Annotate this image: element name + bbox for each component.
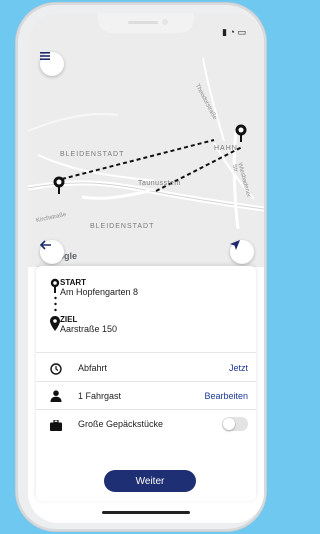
- hamburger-icon: [40, 52, 50, 60]
- continue-button[interactable]: Weiter: [104, 470, 196, 492]
- destination-title: ZIEL: [60, 315, 78, 324]
- menu-button[interactable]: [40, 52, 64, 76]
- start-stop[interactable]: START Am Hopfengarten 8: [60, 278, 138, 297]
- luggage-toggle[interactable]: [222, 417, 248, 431]
- destination-pin-icon: [50, 316, 60, 337]
- speaker: [128, 21, 158, 24]
- arrow-left-icon: [40, 240, 51, 250]
- departure-label: Abfahrt: [78, 363, 108, 373]
- navigation-arrow-icon: [230, 240, 240, 250]
- map-label-taunusstein: Taunusstein: [138, 180, 181, 187]
- passengers-label: 1 Fahrgast: [78, 391, 122, 401]
- status-bar-icons: ▮ ◔ ▭: [222, 27, 246, 37]
- start-title: START: [60, 278, 87, 287]
- device-notch: [98, 13, 194, 33]
- home-indicator[interactable]: [102, 511, 190, 514]
- map-label-bleidenstadt-bottom: BLEIDENSTADT: [90, 223, 155, 230]
- luggage-label: Große Gepäckstücke: [78, 419, 164, 429]
- app-screen: ▮ ◔ ▭ BLEIDENSTADT BLEIDENSTADT Taunusst…: [28, 13, 264, 523]
- luggage-icon: [50, 418, 62, 436]
- divider: [36, 409, 256, 410]
- start-address: Am Hopfengarten 8: [60, 287, 139, 297]
- map-label-hahn: HAHN: [214, 145, 238, 152]
- edit-passengers-button[interactable]: Bearbeiten: [204, 391, 248, 401]
- person-icon: [50, 389, 62, 407]
- divider: [36, 381, 256, 382]
- map-label-bleidenstadt-top: BLEIDENSTADT: [60, 151, 125, 158]
- clock-icon: [50, 362, 62, 380]
- toggle-knob: [223, 418, 235, 430]
- destination-address: Aarstraße 150: [60, 324, 118, 334]
- departure-now-button[interactable]: Jetzt: [229, 363, 248, 373]
- locate-button[interactable]: [230, 240, 254, 264]
- map-view[interactable]: ▮ ◔ ▭ BLEIDENSTADT BLEIDENSTADT Taunusst…: [28, 13, 264, 267]
- destination-stop[interactable]: ZIEL Aarstraße 150: [60, 315, 117, 334]
- back-button[interactable]: [40, 240, 64, 264]
- booking-sheet: START Am Hopfengarten 8 ZIEL Aarstraße 1…: [36, 266, 256, 501]
- front-camera: [162, 19, 168, 25]
- divider: [36, 352, 256, 353]
